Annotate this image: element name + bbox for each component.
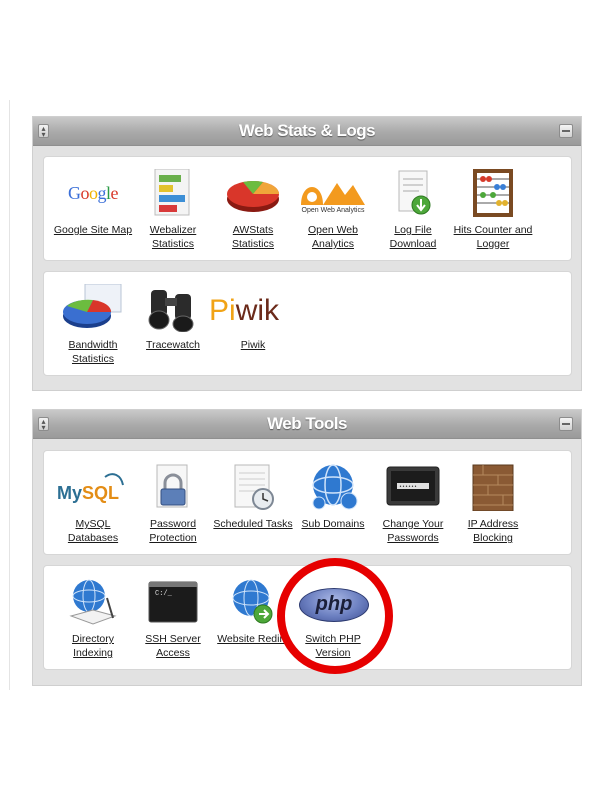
item-label[interactable]: Google Site Map <box>53 223 133 237</box>
web-stats-group-2: Bandwidth Statistics Tracewatch Piwik Pi… <box>43 271 572 376</box>
website-redirect-item[interactable]: Website Redire <box>213 578 293 646</box>
collapse-button[interactable] <box>559 417 573 431</box>
bandwidth-pie-icon <box>53 283 133 332</box>
globe-redirect-icon <box>213 578 293 626</box>
awstats-pie-icon <box>213 169 293 217</box>
php-logo-text: php <box>299 588 369 622</box>
mysql-logo-icon: MySQL <box>53 463 133 511</box>
item-label[interactable]: Bandwidth Statistics <box>53 338 133 366</box>
web-stats-group-1: Google Google Site Map Webalizer Statist… <box>43 156 572 261</box>
item-label[interactable]: Directory Indexing <box>53 632 133 660</box>
item-label[interactable]: Sub Domains <box>293 517 373 531</box>
panel-header: ▴ ▾ Web Stats & Logs <box>33 117 581 146</box>
open-web-analytics-item[interactable]: Open Web Analytics Open Web Analytics <box>293 169 373 251</box>
globe-icon <box>293 463 373 511</box>
panel-title: Web Stats & Logs <box>238 121 376 140</box>
item-label[interactable]: IP Address Blocking <box>453 517 533 545</box>
open-web-analytics-icon: Open Web Analytics <box>293 169 373 217</box>
piwik-item[interactable]: Piwik Piwik <box>209 284 293 352</box>
web-tools-panel: ▴ ▾ Web Tools MySQL MySQL Databases Pass… <box>32 409 582 686</box>
panel-header: ▴ ▾ Web Tools <box>33 410 581 439</box>
password-screen-icon: •••••• <box>373 463 453 511</box>
abacus-icon <box>453 169 533 217</box>
google-logo-text: Google <box>67 183 118 203</box>
item-label[interactable]: Open Web Analytics <box>293 223 373 251</box>
sub-domains-item[interactable]: Sub Domains <box>293 463 373 531</box>
item-label[interactable]: SSH Server Access <box>133 632 213 660</box>
svg-text:••••••: •••••• <box>399 484 417 490</box>
hits-counter-item[interactable]: Hits Counter and Logger <box>453 169 533 251</box>
directory-indexing-item[interactable]: Directory Indexing <box>53 578 133 660</box>
item-label[interactable]: Change Your Passwords <box>373 517 453 545</box>
google-site-map-item[interactable]: Google Google Site Map <box>53 169 133 237</box>
switch-php-version-item[interactable]: php Switch PHP Version <box>293 578 373 660</box>
ssh-server-access-item[interactable]: C:/_ SSH Server Access <box>133 578 213 660</box>
brick-wall-icon <box>453 463 533 512</box>
bandwidth-statistics-item[interactable]: Bandwidth Statistics <box>53 283 133 366</box>
item-label[interactable]: Scheduled Tasks <box>213 517 293 531</box>
left-divider <box>9 100 10 690</box>
item-label[interactable]: Piwik <box>213 338 293 352</box>
web-tools-group-1: MySQL MySQL Databases Password Protectio… <box>43 450 572 555</box>
web-tools-group-2: Directory Indexing C:/_ SSH Server Acces… <box>43 565 572 670</box>
password-protection-item[interactable]: Password Protection <box>133 463 213 545</box>
ip-address-blocking-item[interactable]: IP Address Blocking <box>453 463 533 545</box>
clock-document-icon <box>213 463 293 511</box>
item-label[interactable]: Tracewatch <box>133 338 213 352</box>
owa-logo-text: Open Web Analytics <box>301 207 365 214</box>
scheduled-tasks-item[interactable]: Scheduled Tasks <box>213 463 293 531</box>
awstats-statistics-item[interactable]: AWStats Statistics <box>213 169 293 251</box>
web-stats-panel: ▴ ▾ Web Stats & Logs Google Google Site M… <box>32 116 582 391</box>
panel-title: Web Tools <box>267 414 347 433</box>
piwik-logo-icon: Piwik <box>209 284 293 332</box>
google-logo-icon: Google <box>53 169 133 217</box>
log-download-icon <box>373 169 453 217</box>
item-label[interactable]: Hits Counter and Logger <box>453 223 533 251</box>
log-file-download-item[interactable]: Log File Download <box>373 169 453 251</box>
lock-document-icon <box>133 463 213 511</box>
webalizer-statistics-item[interactable]: Webalizer Statistics <box>133 168 213 251</box>
item-label[interactable]: Password Protection <box>133 517 213 545</box>
item-label[interactable]: Log File Download <box>373 223 453 251</box>
item-label[interactable]: AWStats Statistics <box>213 223 293 251</box>
item-label[interactable]: Webalizer Statistics <box>133 223 213 251</box>
globe-book-icon <box>53 578 133 626</box>
collapse-button[interactable] <box>559 124 573 138</box>
item-label[interactable]: Switch PHP Version <box>293 632 373 660</box>
tracewatch-item[interactable]: Tracewatch <box>133 284 213 352</box>
php-logo-icon: php <box>293 578 373 626</box>
binoculars-icon <box>133 284 213 333</box>
webalizer-chart-icon <box>133 168 213 217</box>
item-label[interactable]: Website Redire <box>213 632 293 646</box>
terminal-prompt-text: C:/_ <box>155 590 172 598</box>
mysql-databases-item[interactable]: MySQL MySQL Databases <box>53 463 133 545</box>
terminal-icon: C:/_ <box>133 578 213 626</box>
change-passwords-item[interactable]: •••••• Change Your Passwords <box>373 463 453 545</box>
item-label[interactable]: MySQL Databases <box>53 517 133 545</box>
piwik-logo-text: Piwik <box>209 294 280 327</box>
